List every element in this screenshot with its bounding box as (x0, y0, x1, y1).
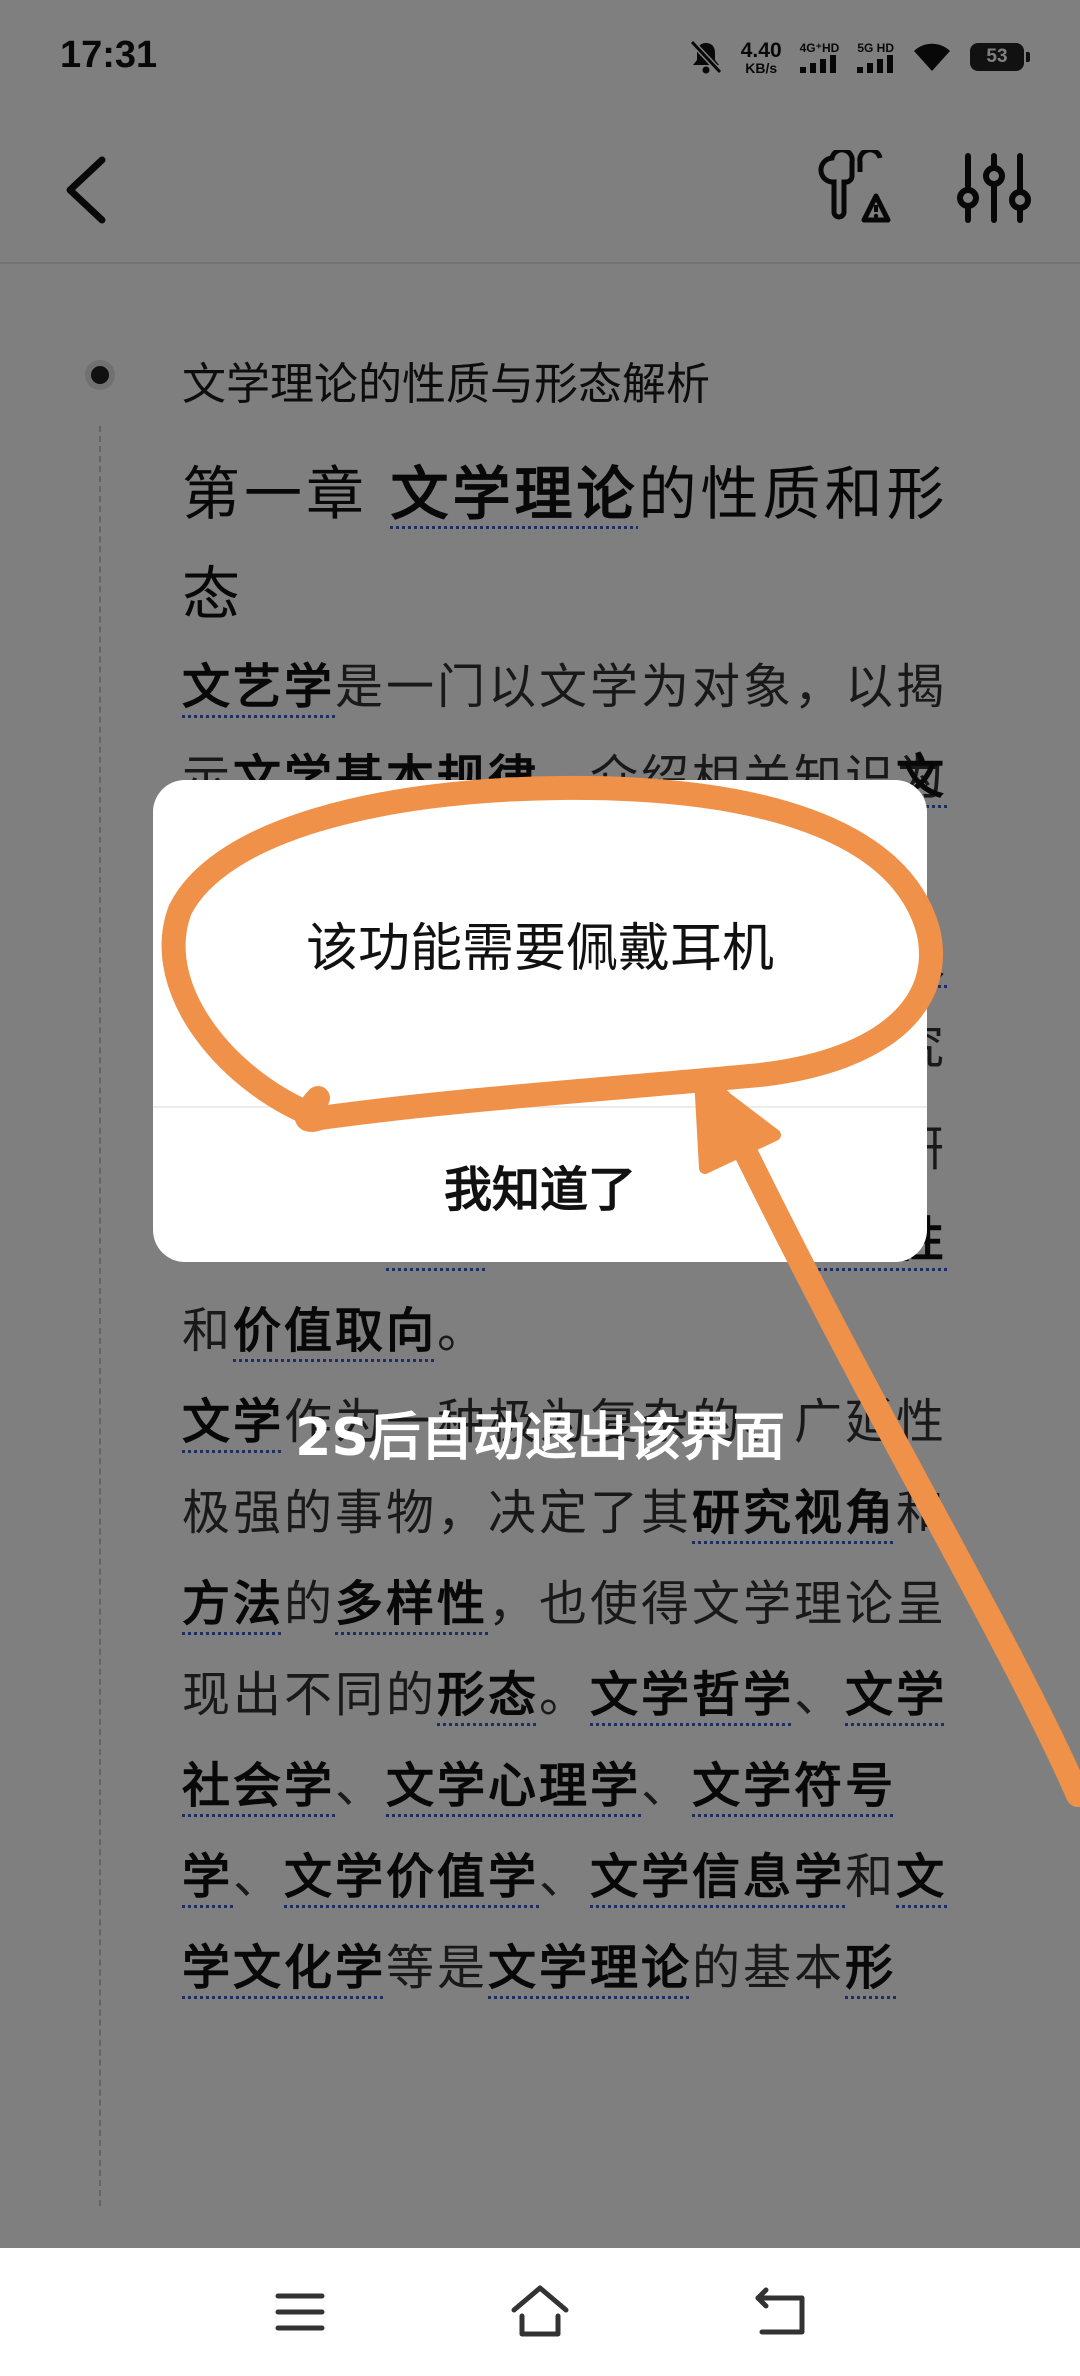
system-nav-bar (0, 2248, 1080, 2376)
got-it-button[interactable]: 我知道了 (153, 1108, 927, 1262)
back-icon[interactable] (748, 2280, 812, 2344)
headphones-required-dialog: 该功能需要佩戴耳机 我知道了 (153, 780, 927, 1262)
menu-icon[interactable] (268, 2280, 332, 2344)
annotation-text: 2S后自动退出该界面 (295, 1408, 785, 1468)
dialog-message: 该功能需要佩戴耳机 (305, 918, 774, 979)
home-icon[interactable] (508, 2280, 572, 2344)
